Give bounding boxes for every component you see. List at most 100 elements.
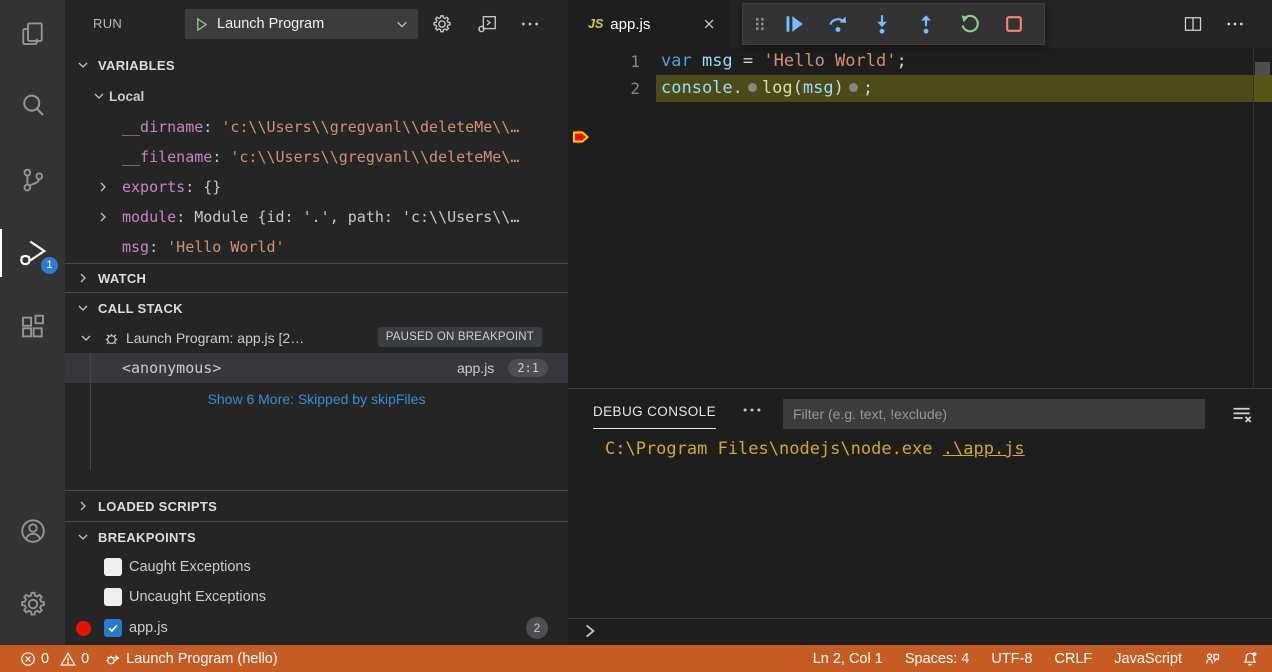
- active-debug-session[interactable]: Launch Program (hello): [105, 645, 278, 672]
- cursor-position[interactable]: Ln 2, Col 1: [813, 645, 883, 672]
- variable-row[interactable]: exports: {}: [65, 172, 568, 202]
- javascript-file-icon: JS: [588, 17, 603, 31]
- sidebar-title: RUN: [93, 0, 122, 48]
- close-icon[interactable]: [702, 17, 716, 31]
- inline-breakpoint-candidate-icon[interactable]: [849, 83, 858, 92]
- console-input-divider: [568, 618, 1272, 619]
- account-icon[interactable]: [0, 507, 65, 555]
- editor-group: JS app.js: [568, 0, 1272, 388]
- breakpoint-row: Caught Exceptions: [65, 552, 568, 582]
- more-actions-icon[interactable]: [1225, 14, 1245, 34]
- call-stack-section-header[interactable]: CALL STACK: [65, 293, 568, 323]
- split-editor-icon[interactable]: [1183, 14, 1203, 34]
- notifications-bell-icon[interactable]: [1242, 645, 1258, 672]
- variable-row[interactable]: __filename: 'c:\\Users\\gregvanl\\delete…: [65, 142, 568, 172]
- tab-label: app.js: [610, 16, 695, 33]
- stop-button[interactable]: [997, 7, 1031, 41]
- chevron-down-icon: [75, 529, 91, 545]
- inline-breakpoint-candidate-icon[interactable]: [748, 83, 757, 92]
- gear-icon[interactable]: [431, 13, 453, 35]
- run-toolbar: RUN Launch Program: [65, 0, 568, 48]
- warnings-icon: [60, 651, 76, 667]
- frame-position-badge: 2:1: [508, 359, 548, 377]
- chevron-right-icon: [75, 270, 91, 286]
- step-into-button[interactable]: [865, 7, 899, 41]
- eol-sequence[interactable]: CRLF: [1054, 645, 1092, 672]
- feedback-icon[interactable]: [1204, 645, 1220, 672]
- appjs-breakpoint-checkbox[interactable]: [104, 619, 122, 637]
- line-number: 2: [568, 75, 640, 102]
- overview-ruler-mark: [1254, 75, 1272, 102]
- tab-debug-console[interactable]: DEBUG CONSOLE: [593, 404, 716, 429]
- run-and-debug-icon[interactable]: 1: [0, 229, 65, 277]
- line-number: 1: [568, 48, 640, 75]
- console-filter-input[interactable]: [783, 399, 1205, 429]
- chevron-down-icon: [75, 57, 91, 73]
- restart-button[interactable]: [953, 7, 987, 41]
- variable-row[interactable]: msg: 'Hello World': [65, 232, 568, 262]
- debug-console-panel: DEBUG CONSOLE C:\Program Files\nodejs\no…: [568, 388, 1272, 645]
- more-actions-icon[interactable]: [520, 13, 540, 35]
- code-area[interactable]: 1 var msg = 'Hello World'; 2 console.log…: [568, 48, 1272, 388]
- chevron-down-icon: [78, 330, 94, 346]
- continue-icon: [783, 13, 805, 35]
- launch-config-dropdown[interactable]: Launch Program: [185, 9, 418, 39]
- caught-exceptions-checkbox[interactable]: [104, 558, 122, 576]
- tree-indent-guide: [90, 353, 91, 470]
- step-out-icon: [915, 13, 937, 35]
- clear-console-icon[interactable]: [1230, 403, 1253, 426]
- scope-local[interactable]: Local: [65, 81, 568, 111]
- problems-status[interactable]: 0 0: [20, 645, 89, 672]
- debug-session-row[interactable]: Launch Program: app.js [2… PAUSED ON BRE…: [65, 323, 568, 353]
- source-control-icon[interactable]: [0, 156, 65, 204]
- stack-frame-row[interactable]: <anonymous> app.js 2:1: [65, 353, 568, 383]
- explorer-icon[interactable]: [0, 10, 65, 58]
- paused-on-breakpoint-badge: PAUSED ON BREAKPOINT: [378, 327, 542, 347]
- code-line[interactable]: 1 var msg = 'Hello World';: [568, 48, 1272, 75]
- loaded-scripts-section-header[interactable]: LOADED SCRIPTS: [65, 491, 568, 521]
- breakpoints-section-header[interactable]: BREAKPOINTS: [65, 522, 568, 552]
- scrollbar-thumb[interactable]: [1255, 62, 1270, 76]
- step-into-icon: [871, 13, 893, 35]
- status-bar: 0 0 Launch Program (hello) Ln 2, Col 1 S…: [0, 645, 1272, 672]
- step-over-icon: [827, 13, 849, 35]
- console-file-link[interactable]: .\app.js: [943, 439, 1025, 459]
- breakpoint-current-line-icon[interactable]: [571, 129, 595, 145]
- launch-config-label: Launch Program: [217, 16, 387, 32]
- indentation[interactable]: Spaces: 4: [905, 645, 970, 672]
- continue-button[interactable]: [777, 7, 811, 41]
- debug-session-icon: [103, 330, 120, 347]
- errors-icon: [20, 651, 36, 667]
- step-over-button[interactable]: [821, 7, 855, 41]
- frame-file: app.js: [457, 360, 494, 376]
- code-line[interactable]: 2 console.log(msg);: [568, 75, 1272, 102]
- variable-row[interactable]: __dirname: 'c:\\Users\\gregvanl\\deleteM…: [65, 112, 568, 142]
- restart-icon: [959, 13, 981, 35]
- console-prompt-chevron-icon[interactable]: [581, 622, 599, 640]
- chevron-down-icon: [75, 300, 91, 316]
- console-output-line: C:\Program Files\nodejs\node.exe .\app.j…: [605, 439, 1025, 459]
- more-actions-icon[interactable]: [741, 399, 763, 421]
- variable-row[interactable]: module: Module {id: '.', path: 'c:\\User…: [65, 202, 568, 232]
- chevron-down-icon: [91, 88, 107, 104]
- watch-section-header[interactable]: WATCH: [65, 264, 568, 292]
- debug-toolbar: [742, 3, 1045, 45]
- debug-session-icon: [105, 651, 121, 667]
- run-debug-sidebar: RUN Launch Program VARIABLES Local __dir…: [65, 0, 568, 645]
- debug-console-icon[interactable]: [476, 13, 498, 35]
- chevron-right-icon: [95, 209, 111, 225]
- tab-appjs[interactable]: JS app.js: [568, 0, 730, 48]
- uncaught-exceptions-checkbox[interactable]: [104, 588, 122, 606]
- show-more-link[interactable]: Show 6 More: Skipped by skipFiles: [65, 384, 568, 414]
- breakpoint-count-badge: 2: [526, 617, 548, 639]
- extensions-icon[interactable]: [0, 303, 65, 351]
- search-icon[interactable]: [0, 81, 65, 129]
- toolbar-drag-grip[interactable]: [753, 14, 767, 34]
- language-mode[interactable]: JavaScript: [1114, 645, 1182, 672]
- activity-bar: 1: [0, 0, 65, 645]
- encoding[interactable]: UTF-8: [991, 645, 1032, 672]
- start-debug-icon: [194, 17, 209, 32]
- step-out-button[interactable]: [909, 7, 943, 41]
- variables-section-header[interactable]: VARIABLES: [65, 50, 568, 80]
- settings-gear-icon[interactable]: [0, 580, 65, 628]
